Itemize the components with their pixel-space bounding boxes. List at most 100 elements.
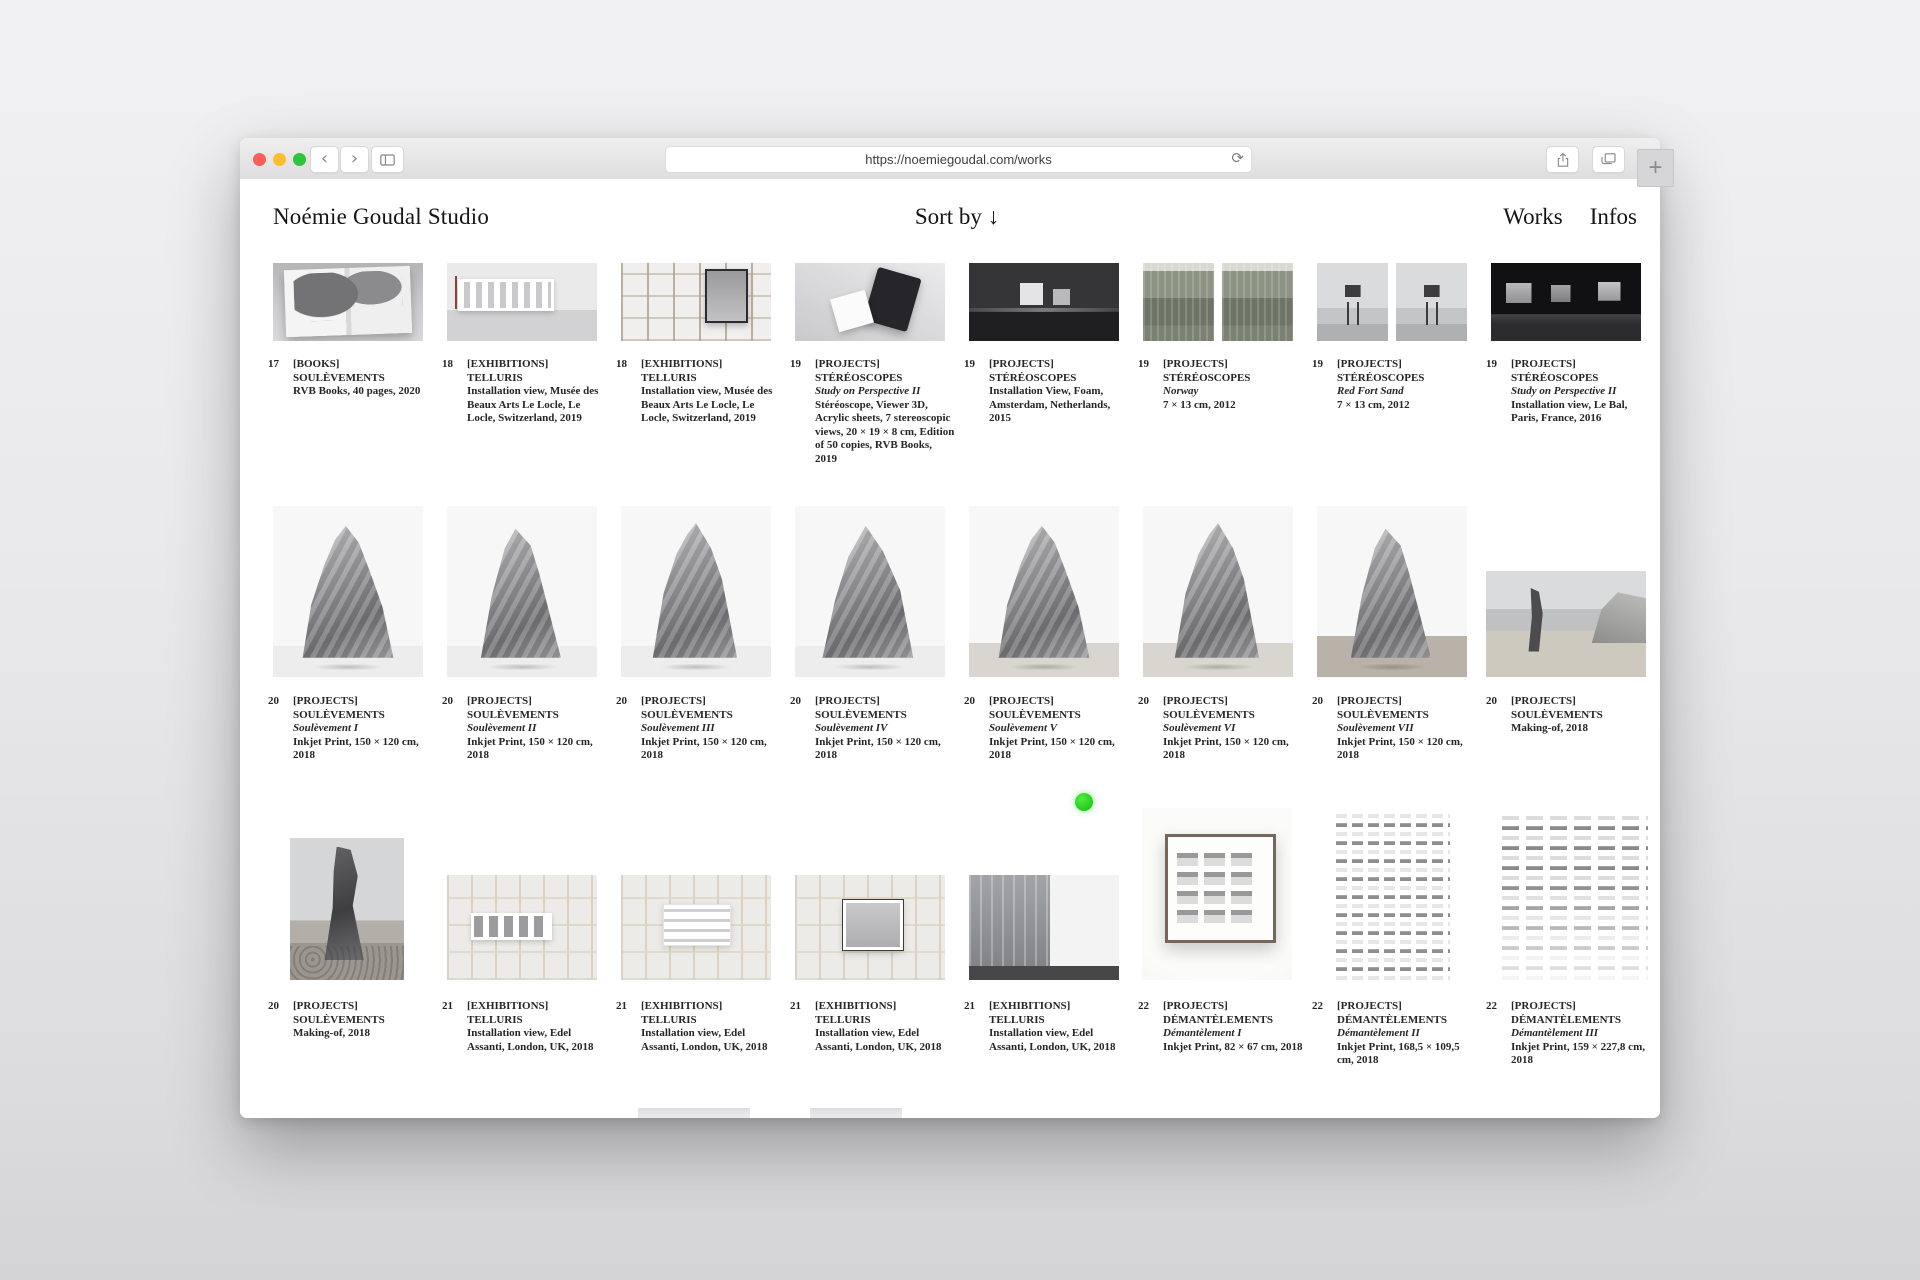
zoom-button[interactable] [293, 153, 306, 166]
artwork-thumbnail[interactable] [447, 263, 597, 341]
minimize-button[interactable] [273, 153, 286, 166]
artwork-thumbnail[interactable] [1142, 808, 1292, 980]
work-category: [EXHIBITIONS] [641, 358, 781, 372]
work-category: [PROJECTS] [293, 695, 433, 709]
sidebar-toggle-button[interactable] [371, 146, 404, 173]
work-number: 21 [964, 1000, 989, 1014]
work-caption: 21[EXHIBITIONS]TELLURISInstallation view… [616, 1000, 788, 1054]
work-category: [PROJECTS] [989, 695, 1129, 709]
work-category: [PROJECTS] [1337, 695, 1477, 709]
work-title: TELLURIS [989, 1014, 1129, 1028]
artwork-thumbnail[interactable] [969, 875, 1119, 980]
work-details: Making-of, 2018 [293, 1027, 433, 1041]
work-caption: 22[PROJECTS]DÉMANTÈLEMENTSDémantèlement … [1138, 1000, 1310, 1054]
artwork-thumbnail[interactable] [1336, 814, 1450, 980]
artwork-thumbnail[interactable] [447, 875, 597, 980]
work-caption: 22[PROJECTS]DÉMANTÈLEMENTSDémantèlement … [1312, 1000, 1484, 1068]
work-caption: 19[PROJECTS]STÉRÉOSCOPESRed Fort Sand7 ×… [1312, 358, 1484, 412]
work-category: [EXHIBITIONS] [467, 358, 607, 372]
artwork-thumbnail[interactable] [1317, 506, 1467, 677]
work-title: DÉMANTÈLEMENTS [1511, 1014, 1651, 1028]
work-subtitle: Soulèvement II [467, 722, 607, 736]
artwork-thumbnail[interactable] [447, 506, 597, 677]
work-number: 17 [268, 358, 293, 372]
work-number: 19 [790, 358, 815, 372]
work-details: Installation View, Foam, Amsterdam, Neth… [989, 385, 1129, 426]
back-button[interactable]: ‹ [310, 146, 339, 173]
work-caption: 17[BOOKS]SOULÈVEMENTSRVB Books, 40 pages… [268, 358, 440, 399]
artwork-thumbnail[interactable] [290, 838, 404, 980]
artwork-thumbnail[interactable] [795, 263, 945, 341]
work-title: SOULÈVEMENTS [641, 709, 781, 723]
forward-button[interactable]: › [340, 146, 369, 173]
work-caption: 20[PROJECTS]SOULÈVEMENTSSoulèvement VIII… [1312, 695, 1484, 763]
artwork-thumbnail[interactable] [1486, 571, 1646, 677]
artwork-thumbnail[interactable] [1143, 506, 1293, 677]
work-title: DÉMANTÈLEMENTS [1163, 1014, 1303, 1028]
artwork-thumbnail[interactable] [969, 263, 1119, 341]
artwork-thumbnail[interactable] [1502, 816, 1648, 980]
work-details: Inkjet Print, 150 × 120 cm, 2018 [1337, 736, 1477, 763]
work-title: STÉRÉOSCOPES [815, 372, 955, 386]
work-number: 21 [616, 1000, 641, 1014]
work-category: [PROJECTS] [467, 695, 607, 709]
work-title: STÉRÉOSCOPES [989, 372, 1129, 386]
artwork-thumbnail[interactable] [621, 875, 771, 980]
artwork-thumbnail[interactable] [795, 506, 945, 677]
work-caption: 21[EXHIBITIONS]TELLURISInstallation view… [442, 1000, 614, 1054]
work-caption: 20[PROJECTS]SOULÈVEMENTSSoulèvement VInk… [964, 695, 1136, 763]
work-details: Installation view, Le Bal, Paris, France… [1511, 399, 1651, 426]
browser-toolbar: ‹ › https://noemiegoudal.com/works ⟳ + [240, 138, 1660, 180]
close-button[interactable] [253, 153, 266, 166]
work-caption: 18[EXHIBITIONS]TELLURISInstallation view… [616, 358, 788, 426]
work-caption: 19[PROJECTS]STÉRÉOSCOPESStudy on Perspec… [1486, 358, 1658, 426]
work-details: Installation view, Edel Assanti, London,… [641, 1027, 781, 1054]
work-number: 22 [1486, 1000, 1511, 1014]
work-title: DÉMANTÈLEMENTS [1337, 1014, 1477, 1028]
tab-overview-button[interactable] [1592, 146, 1625, 173]
work-caption: 20[PROJECTS]SOULÈVEMENTSSoulèvement IVIn… [790, 695, 962, 763]
desktop-background: { "browser": { "url": "https://noemiegou… [0, 0, 1920, 1280]
address-bar[interactable]: https://noemiegoudal.com/works ⟳ [665, 146, 1252, 173]
work-caption: 20[PROJECTS]SOULÈVEMENTSMaking-of, 2018 [1486, 695, 1658, 736]
work-subtitle: Study on Perspective II [815, 385, 955, 399]
work-subtitle: Démantèlement III [1511, 1027, 1651, 1041]
work-caption: 18[EXHIBITIONS]TELLURISInstallation view… [442, 358, 614, 426]
work-title: SOULÈVEMENTS [293, 1014, 433, 1028]
work-number: 18 [616, 358, 641, 372]
partial-thumbnail[interactable] [810, 1108, 902, 1118]
artwork-thumbnail[interactable] [1143, 263, 1293, 341]
artwork-thumbnail[interactable] [621, 506, 771, 677]
artwork-thumbnail[interactable] [1317, 263, 1467, 341]
work-title: STÉRÉOSCOPES [1163, 372, 1303, 386]
work-details: Inkjet Print, 150 × 120 cm, 2018 [467, 736, 607, 763]
work-category: [BOOKS] [293, 358, 433, 372]
artwork-thumbnail[interactable] [795, 875, 945, 980]
partial-thumbnail[interactable] [638, 1108, 750, 1118]
reload-icon[interactable]: ⟳ [1231, 149, 1244, 167]
work-title: TELLURIS [641, 372, 781, 386]
work-title: SOULÈVEMENTS [815, 709, 955, 723]
work-details: Inkjet Print, 150 × 120 cm, 2018 [989, 736, 1129, 763]
url-text: https://noemiegoudal.com/works [865, 152, 1051, 167]
work-details: Installation view, Edel Assanti, London,… [467, 1027, 607, 1054]
artwork-thumbnail[interactable] [273, 263, 423, 341]
artwork-thumbnail[interactable] [1491, 263, 1641, 341]
work-subtitle: Démantèlement I [1163, 1027, 1303, 1041]
work-number: 19 [1138, 358, 1163, 372]
work-number: 19 [964, 358, 989, 372]
new-tab-button[interactable]: + [1637, 149, 1674, 187]
work-category: [PROJECTS] [1511, 1000, 1651, 1014]
work-number: 20 [1486, 695, 1511, 709]
share-button[interactable] [1546, 146, 1579, 173]
work-category: [PROJECTS] [641, 695, 781, 709]
partial-thumbnail[interactable] [294, 1107, 394, 1118]
artwork-thumbnail[interactable] [621, 263, 771, 341]
work-details: Installation view, Edel Assanti, London,… [815, 1027, 955, 1054]
work-details: Inkjet Print, 150 × 120 cm, 2018 [815, 736, 955, 763]
work-caption: 21[EXHIBITIONS]TELLURISInstallation view… [790, 1000, 962, 1054]
work-subtitle: Study on Perspective II [1511, 385, 1651, 399]
artwork-thumbnail[interactable] [273, 506, 423, 677]
work-number: 20 [1138, 695, 1163, 709]
artwork-thumbnail[interactable] [969, 506, 1119, 677]
